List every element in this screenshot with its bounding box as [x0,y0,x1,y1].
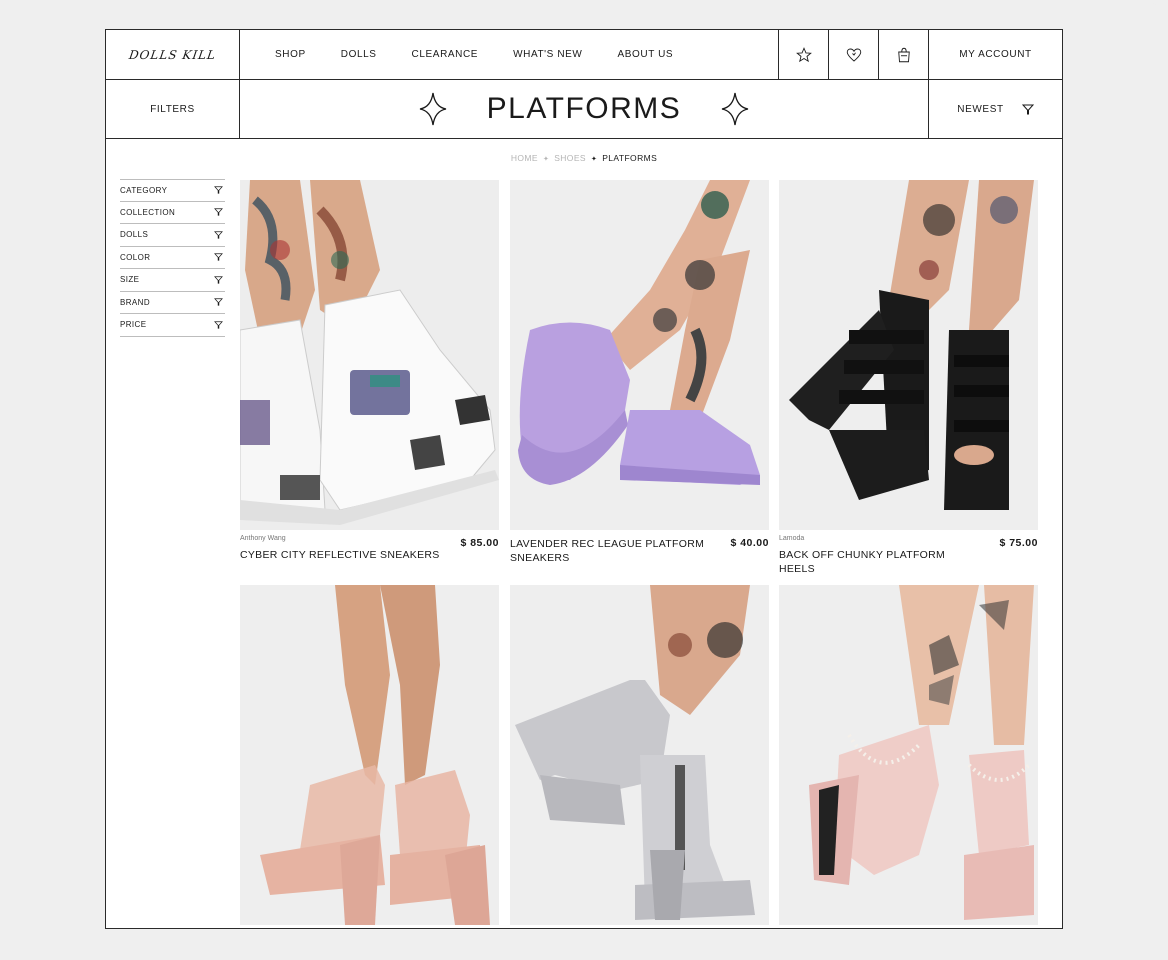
wishlist-button[interactable] [828,30,878,79]
logo-cell[interactable]: DOLLS KILL [106,30,240,79]
product-name[interactable]: BACK OFF CHUNKY PLATFORM HEELS [779,548,979,576]
favorites-button[interactable] [778,30,828,79]
product-image[interactable] [779,585,1038,925]
product-image[interactable] [240,180,499,530]
product-brand: Lamoda [779,535,805,542]
sort-dropdown[interactable]: NEWEST [928,80,1062,138]
breadcrumb-separator-icon: ✦ [542,156,550,163]
product-brand: Anthony Wang [240,535,286,542]
filter-funnel-icon [214,186,223,194]
product-image[interactable] [779,180,1038,530]
filter-collection[interactable]: COLLECTION [120,202,225,224]
filter-funnel-icon [214,253,223,261]
cart-button[interactable] [878,30,928,79]
product-meta: LAVENDER REC LEAGUE PLATFORM SNEAKERS $ … [510,530,769,570]
filters-toggle[interactable]: FILTERS [106,80,240,138]
main-menu: SHOP DOLLS CLEARANCE WHAT'S NEW ABOUT US [240,30,778,79]
product-name[interactable]: LAVENDER REC LEAGUE PLATFORM SNEAKERS [510,537,710,565]
nav-shop[interactable]: SHOP [275,49,306,60]
nav-clearance[interactable]: CLEARANCE [412,49,479,60]
product-card[interactable] [510,585,769,925]
page: DOLLS KILL SHOP DOLLS CLEARANCE WHAT'S N… [105,29,1063,929]
my-account-link[interactable]: MY ACCOUNT [928,30,1062,79]
filter-color[interactable]: COLOR [120,247,225,269]
product-card[interactable] [240,585,499,925]
filter-funnel-icon [1021,104,1034,114]
sparkle-icon [419,92,446,126]
breadcrumb-home[interactable]: HOME [511,153,538,163]
sort-label: NEWEST [957,103,1004,115]
filter-size[interactable]: SIZE [120,269,225,292]
heart-icon [846,48,861,62]
filter-sidebar: CATEGORY COLLECTION DOLLS COLOR SIZE BRA… [120,179,225,337]
filter-funnel-icon [214,321,223,329]
product-image[interactable] [510,180,769,530]
product-meta: Lamoda BACK OFF CHUNKY PLATFORM HEELS $ … [779,530,1038,575]
product-card[interactable]: Lamoda BACK OFF CHUNKY PLATFORM HEELS $ … [779,180,1038,575]
breadcrumb: HOME ✦ SHOES ✦ PLATFORMS [106,153,1062,163]
filter-label: CATEGORY [120,185,168,195]
top-navigation: DOLLS KILL SHOP DOLLS CLEARANCE WHAT'S N… [106,30,1062,80]
filter-label: COLLECTION [120,207,176,217]
breadcrumb-shoes[interactable]: SHOES [554,153,586,163]
filter-brand[interactable]: BRAND [120,292,225,314]
product-image[interactable] [510,585,769,925]
breadcrumb-current: PLATFORMS [602,153,658,163]
brand-logo[interactable]: DOLLS KILL [128,48,217,62]
filter-funnel-icon [214,208,223,216]
product-name[interactable]: CYBER CITY REFLECTIVE SNEAKERS [240,548,440,562]
filter-funnel-icon [214,231,223,239]
nav-whats-new[interactable]: WHAT'S NEW [513,49,582,60]
page-title: PLATFORMS [486,92,682,125]
product-price: $ 40.00 [730,537,769,549]
bag-icon [897,47,910,62]
product-card[interactable]: LAVENDER REC LEAGUE PLATFORM SNEAKERS $ … [510,180,769,570]
filter-label: COLOR [120,252,151,262]
product-card[interactable]: Anthony Wang CYBER CITY REFLECTIVE SNEAK… [240,180,499,570]
filter-funnel-icon [214,298,223,306]
product-price: $ 75.00 [999,537,1038,549]
breadcrumb-separator-icon: ✦ [590,156,598,163]
filter-label: DOLLS [120,230,149,240]
filter-label: SIZE [120,275,140,285]
star-icon [795,46,812,62]
filter-category[interactable]: CATEGORY [120,179,225,202]
title-bar: FILTERS PLATFORMS NEWEST [106,80,1062,139]
sparkle-icon [722,92,749,126]
product-price: $ 85.00 [460,537,499,549]
filter-dolls[interactable]: DOLLS [120,224,225,247]
nav-about-us[interactable]: ABOUT US [617,49,673,60]
filter-funnel-icon [214,276,223,284]
filter-label: BRAND [120,297,151,307]
filter-price[interactable]: PRICE [120,314,225,337]
device-frame: DOLLS KILL SHOP DOLLS CLEARANCE WHAT'S N… [0,0,1168,960]
title-cell: PLATFORMS [240,80,928,138]
product-image[interactable] [240,585,499,925]
nav-dolls[interactable]: DOLLS [341,49,377,60]
product-card[interactable] [779,585,1038,925]
filter-label: PRICE [120,320,147,330]
product-meta: Anthony Wang CYBER CITY REFLECTIVE SNEAK… [240,530,499,570]
